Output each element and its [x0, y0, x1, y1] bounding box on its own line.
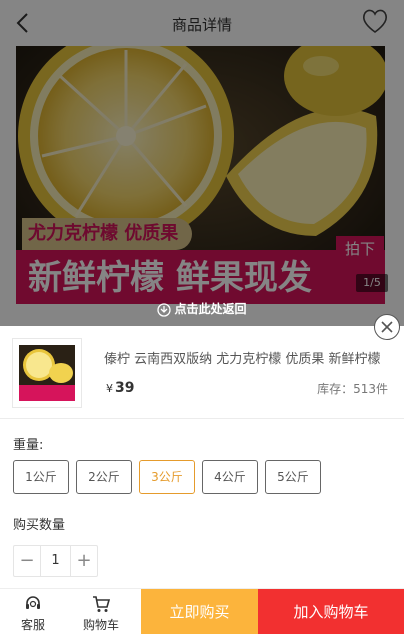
shopping-cart-icon [93, 596, 111, 612]
close-icon [381, 321, 393, 333]
divider [0, 418, 404, 419]
product-price: ¥39 [106, 380, 134, 396]
quantity-value[interactable]: 1 [42, 546, 69, 576]
buy-now-button[interactable]: 立即购买 [141, 589, 258, 634]
weight-option-5[interactable]: 5公斤 [265, 460, 321, 494]
product-thumbnail [12, 338, 82, 408]
quantity-label: 购买数量 [13, 518, 66, 533]
increase-button[interactable]: + [70, 546, 97, 576]
close-button[interactable] [374, 314, 400, 340]
product-detail-page: 商品详情 尤力克柠檬 优质果 新鲜柠檬 鲜果现发 拍下 1/5 点击此处返回 傣… [0, 0, 404, 634]
modal-backdrop[interactable] [0, 0, 404, 326]
return-button[interactable]: 点击此处返回 [0, 300, 404, 317]
customer-service-label: 客服 [20, 618, 45, 632]
headset-icon [26, 596, 40, 609]
product-name: 傣柠 云南西双版纳 尤力克柠檬 优质果 新鲜柠檬 鲜果现发 [104, 352, 384, 367]
product-thumbnail-image [19, 345, 75, 401]
customer-service-button[interactable]: 客服 [8, 591, 58, 634]
quantity-stepper: − 1 + [13, 545, 98, 577]
add-to-cart-button[interactable]: 加入购物车 [258, 589, 404, 634]
weight-option-1[interactable]: 1公斤 [13, 460, 69, 494]
stock-count: 库存：513件 [317, 382, 388, 396]
return-label: 点击此处返回 [174, 302, 247, 316]
weight-label: 重量: [13, 438, 44, 453]
weight-option-2[interactable]: 2公斤 [76, 460, 132, 494]
lemon-thumbnail [19, 345, 75, 401]
weight-option-3-selected[interactable]: 3公斤 [139, 460, 195, 494]
cart-label: 购物车 [82, 618, 119, 632]
arrow-down-circle-icon [157, 302, 172, 317]
currency-symbol: ¥ [106, 382, 113, 395]
weight-option-4[interactable]: 4公斤 [202, 460, 258, 494]
bottom-action-bar: 客服 购物车 立即购买 加入购物车 [0, 588, 404, 634]
decrease-button[interactable]: − [14, 546, 41, 576]
cart-button[interactable]: 购物车 [76, 591, 126, 634]
price-value: 39 [115, 380, 135, 396]
